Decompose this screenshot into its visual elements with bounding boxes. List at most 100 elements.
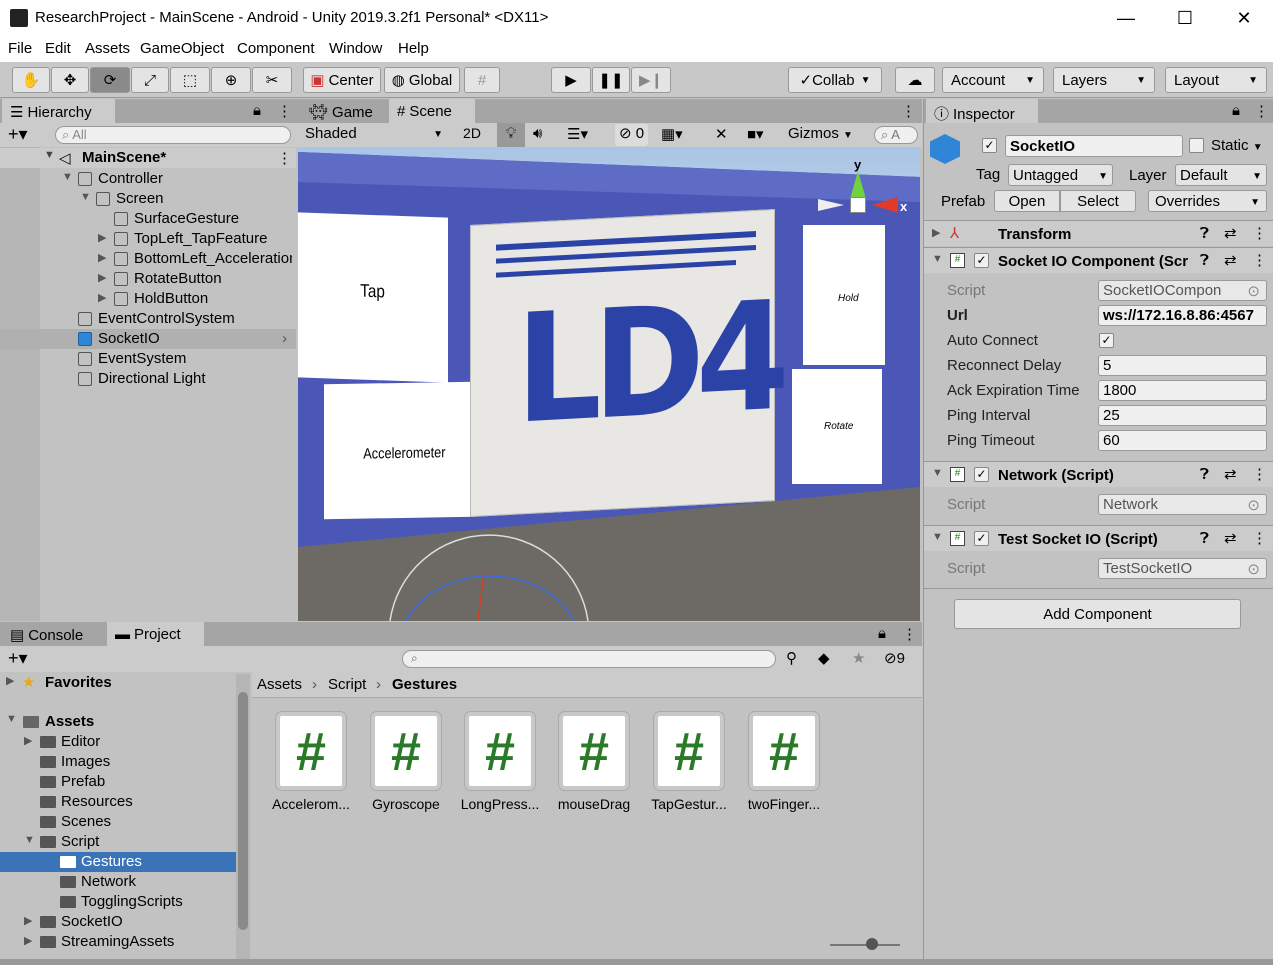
hidden-packages-toggle[interactable]: ⊘9 (884, 649, 905, 667)
favorite-star-icon[interactable]: ★ (852, 649, 865, 667)
script-asset[interactable]: # Gyroscope (360, 712, 452, 812)
hierarchy-search-input[interactable]: ⌕ All (55, 126, 291, 144)
account-dropdown[interactable]: Account ▼ (942, 67, 1044, 93)
menu-dots-icon[interactable]: ⋮ (277, 102, 292, 120)
hierarchy-item[interactable]: ▼ Controller (0, 169, 296, 189)
scale-tool-icon[interactable]: ⤢ (131, 67, 169, 93)
menu-file[interactable]: File (8, 40, 32, 57)
tab-scene[interactable]: # Scene (389, 99, 475, 123)
help-icon[interactable]: ❓︎ (1200, 466, 1209, 483)
tree-scrollbar[interactable] (236, 674, 250, 959)
project-folder-item[interactable]: Network (0, 872, 236, 892)
project-folder-item[interactable]: ▶ StreamingAssets (0, 932, 236, 952)
expand-arrow-icon[interactable]: ▶ (98, 251, 106, 264)
transform-header[interactable]: ▶ ⅄ Transform ❓︎ ⇄ ⋮ (924, 220, 1273, 246)
pivot-global-button[interactable]: ◍ Global (384, 67, 460, 93)
tab-console[interactable]: ▤ Console (2, 622, 106, 646)
breadcrumb-script[interactable]: Script (328, 676, 366, 693)
tools-toggle-icon[interactable]: ✕ (715, 125, 728, 143)
script-asset[interactable]: # TapGestur... (643, 712, 735, 812)
step-button[interactable]: ▶❙ (631, 67, 671, 93)
test-socketio-enabled-checkbox[interactable]: ✓ (974, 531, 989, 546)
static-label[interactable]: Static ▼ (1211, 137, 1263, 154)
tab-project[interactable]: ▬ Project (107, 622, 204, 646)
hierarchy-item[interactable]: ▶ RotateButton (0, 269, 296, 289)
network-script-field[interactable]: Network ⊙ (1098, 494, 1267, 515)
hierarchy-item[interactable]: ▶ HoldButton (0, 289, 296, 309)
hierarchy-item[interactable]: SurfaceGesture (0, 209, 296, 229)
collab-dropdown[interactable]: ✓ Collab ▼ (788, 67, 882, 93)
play-button[interactable]: ▶ (551, 67, 591, 93)
expand-arrow-icon[interactable]: ▼ (24, 834, 35, 846)
hierarchy-item[interactable]: ▶ TopLeft_TapFeature (0, 229, 296, 249)
field-value-input[interactable]: 25 (1098, 405, 1267, 426)
2d-toggle[interactable]: 2D (457, 125, 487, 141)
tab-hierarchy[interactable]: ☰ Hierarchy (2, 99, 115, 123)
maximize-button[interactable]: ☐ (1156, 0, 1214, 36)
prefab-overrides-dropdown[interactable]: Overrides ▼ (1148, 190, 1267, 212)
help-icon[interactable]: ❓︎ (1200, 252, 1209, 269)
grid-toggle-icon[interactable]: ▦▾ (661, 125, 683, 143)
project-folder-item[interactable]: ▶ SocketIO (0, 912, 236, 932)
hierarchy-item[interactable]: EventSystem (0, 349, 296, 369)
network-enabled-checkbox[interactable]: ✓ (974, 467, 989, 482)
rotate-tool-icon[interactable]: ⟳ (90, 67, 130, 93)
breadcrumb-gestures[interactable]: Gestures (392, 676, 457, 693)
hidden-objects-toggle[interactable]: ⊘ 0 (615, 124, 649, 146)
camera-toggle-icon[interactable]: ■▾ (747, 125, 764, 143)
add-component-button[interactable]: Add Component (954, 599, 1241, 629)
project-create-icon[interactable]: +▾ (8, 648, 28, 669)
zoom-slider[interactable] (830, 938, 900, 950)
hierarchy-item[interactable]: Directional Light (0, 369, 296, 389)
project-folder-item[interactable]: ▼ Script (0, 832, 236, 852)
minimize-button[interactable]: — (1097, 0, 1155, 36)
field-value-input[interactable]: 60 (1098, 430, 1267, 451)
gizmos-dropdown[interactable]: Gizmos ▼ (788, 125, 853, 142)
project-search-input[interactable]: ⌕ (402, 650, 776, 668)
scene-menu-icon[interactable]: ⋮ (277, 149, 292, 167)
presets-icon[interactable]: ⇄ (1224, 465, 1237, 483)
layout-dropdown[interactable]: Layout ▼ (1165, 67, 1267, 93)
rect-tool-icon[interactable]: ⬚ (170, 67, 210, 93)
shading-dropdown[interactable]: Shaded ▼ (301, 125, 447, 145)
grid-snap-icon[interactable]: # (464, 67, 500, 93)
prefab-select-button[interactable]: Select (1060, 190, 1136, 212)
field-value-input[interactable]: SocketIOCompon ⊙ (1098, 280, 1267, 301)
expand-arrow-icon[interactable]: ▶ (24, 734, 32, 747)
menu-assets[interactable]: Assets (85, 40, 130, 57)
component-menu-icon[interactable]: ⋮ (1252, 529, 1267, 547)
auto-connect-checkbox[interactable]: ✓ (1099, 333, 1114, 348)
tab-inspector[interactable]: ⓘ Inspector (926, 99, 1038, 123)
project-folder-item[interactable]: TogglingScripts (0, 892, 236, 912)
layers-dropdown[interactable]: Layers ▼ (1053, 67, 1155, 93)
expand-arrow-icon[interactable]: ▶ (24, 914, 32, 927)
tag-dropdown[interactable]: Untagged ▼ (1008, 164, 1113, 186)
custom-tool-icon[interactable]: ✂ (252, 67, 292, 93)
project-folder-item[interactable]: Resources (0, 792, 236, 812)
breadcrumb-assets[interactable]: Assets (257, 676, 302, 693)
menu-edit[interactable]: Edit (45, 40, 71, 57)
transform-tool-icon[interactable]: ⊕ (211, 67, 251, 93)
cloud-icon[interactable]: ☁ (895, 67, 935, 93)
favorites-row[interactable]: ▶ ★ Favorites (0, 673, 236, 693)
project-folder-item[interactable]: Images (0, 752, 236, 772)
component-menu-icon[interactable]: ⋮ (1252, 224, 1267, 242)
project-lock-icon[interactable]: 🔒︎ (878, 625, 886, 642)
presets-icon[interactable]: ⇄ (1224, 251, 1237, 269)
presets-icon[interactable]: ⇄ (1224, 224, 1237, 242)
scene-search-input[interactable]: ⌕ A (874, 126, 918, 144)
expand-arrow-icon[interactable]: ▼ (62, 171, 73, 183)
lighting-toggle-icon[interactable]: 💡︎ (497, 123, 525, 147)
hierarchy-item[interactable]: SocketIO › (0, 329, 296, 349)
network-component-header[interactable]: ▼ # ✓ Network (Script) ❓︎ ⇄ ⋮ (924, 461, 1273, 487)
scene-menu-dots-icon[interactable]: ⋮ (901, 102, 916, 120)
project-folder-item[interactable]: ▶ Editor (0, 732, 236, 752)
field-value-input[interactable]: ws://172.16.8.86:4567 (1098, 305, 1267, 326)
hand-tool-icon[interactable]: ✋ (12, 67, 50, 93)
field-value-input[interactable]: 5 (1098, 355, 1267, 376)
menu-help[interactable]: Help (398, 40, 429, 57)
hierarchy-item[interactable]: ▶ BottomLeft_Acceleration (0, 249, 296, 269)
static-checkbox[interactable] (1189, 138, 1204, 153)
script-asset[interactable]: # twoFinger... (738, 712, 830, 812)
test-socketio-component-header[interactable]: ▼ # ✓ Test Socket IO (Script) ❓︎ ⇄ ⋮ (924, 525, 1273, 551)
